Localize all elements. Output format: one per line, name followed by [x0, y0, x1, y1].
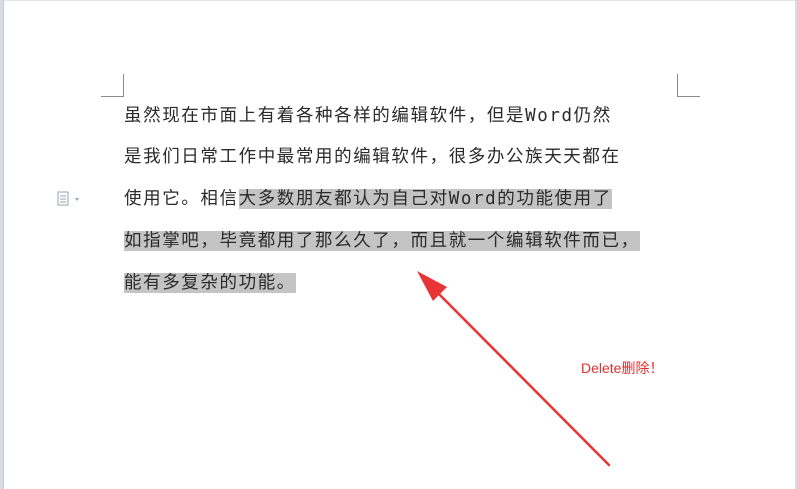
delete-annotation-label: Delete删除！: [581, 360, 664, 376]
annotation-arrow: [417, 271, 611, 467]
